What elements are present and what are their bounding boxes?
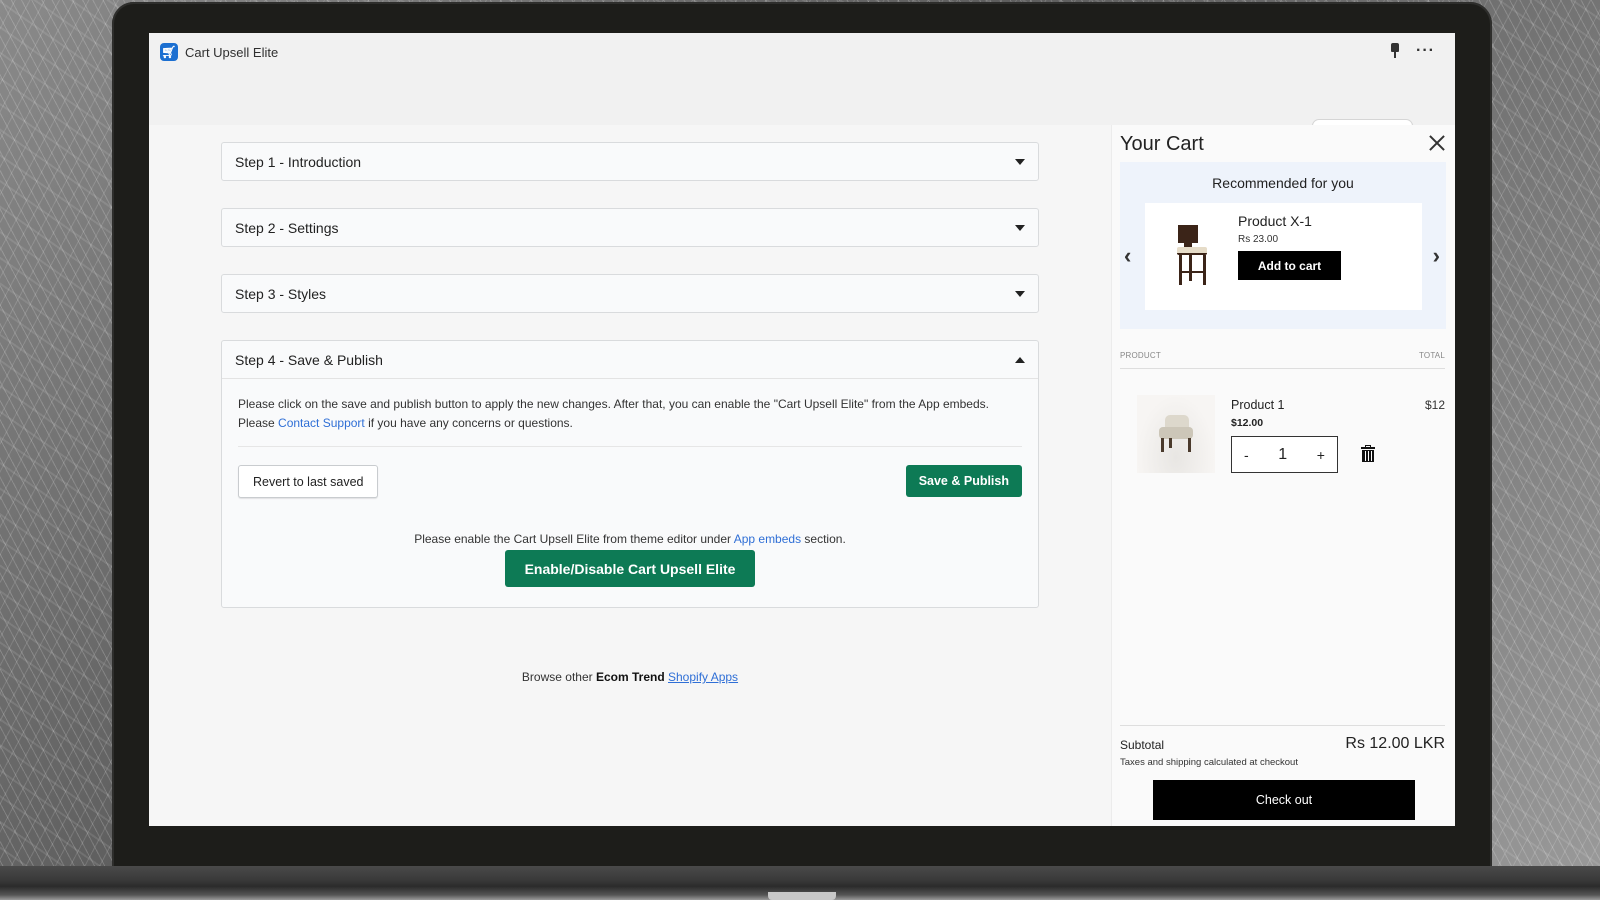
app-embeds-link[interactable]: App embeds: [734, 532, 801, 546]
step-2-accordion[interactable]: Step 2 - Settings: [221, 208, 1039, 247]
description-suffix: if you have any concerns or questions.: [364, 416, 573, 430]
checkout-button[interactable]: Check out: [1153, 780, 1415, 820]
quantity-value[interactable]: 1: [1278, 446, 1287, 464]
caret-down-icon: [1015, 224, 1025, 231]
increase-quantity-button[interactable]: +: [1317, 447, 1325, 463]
enable-note-prefix: Please enable the Cart Upsell Elite from…: [414, 532, 734, 546]
description-prefix: Please: [238, 416, 279, 430]
browse-prefix: Browse other: [521, 670, 596, 684]
cart-app-icon: 🛒︎: [160, 43, 178, 61]
subtotal-label: Subtotal: [1120, 738, 1165, 752]
bar-stool-image: [1175, 225, 1211, 285]
step-1-label: Step 1 - Introduction: [235, 153, 362, 170]
step-4-header[interactable]: Step 4 - Save & Publish: [222, 341, 1038, 378]
app-screen: 🛒︎ Cart Upsell Elite ··· Contact Support…: [149, 33, 1455, 826]
chevron-left-icon[interactable]: ‹: [1124, 245, 1131, 267]
divider: [1120, 368, 1445, 369]
close-icon[interactable]: [1429, 135, 1445, 151]
cart-title: Your Cart: [1120, 133, 1204, 155]
app-title: Cart Upsell Elite: [185, 44, 279, 60]
step-4-description: Please click on the save and publish but…: [238, 395, 1022, 447]
recommended-title: Recommended for you: [1212, 175, 1354, 191]
step-4-body: Please click on the save and publish but…: [222, 378, 1038, 607]
save-publish-button[interactable]: Save & Publish: [905, 465, 1022, 497]
pin-icon[interactable]: [1388, 43, 1402, 59]
app-topbar: 🛒︎ Cart Upsell Elite ···: [149, 33, 1455, 71]
browse-footer: Browse other Ecom Trend Shopify Apps: [221, 670, 1039, 684]
recommendations-panel: Recommended for you ‹ › Product X-1 Rs 2…: [1120, 162, 1446, 329]
main-content: Step 1 - Introduction Step 2 - Settings …: [149, 125, 1111, 826]
step-3-header[interactable]: Step 3 - Styles: [222, 275, 1038, 312]
enable-disable-button[interactable]: Enable/Disable Cart Upsell Elite: [504, 550, 756, 587]
enable-note-suffix: section.: [801, 532, 846, 546]
caret-down-icon: [1015, 290, 1025, 297]
step-2-header[interactable]: Step 2 - Settings: [222, 209, 1038, 246]
shopify-apps-link[interactable]: Shopify Apps: [668, 670, 738, 684]
step-4-actions: Revert to last saved Save & Publish: [238, 465, 1022, 498]
recommended-product-price: Rs 23.00: [1238, 234, 1279, 245]
step-1-accordion[interactable]: Step 1 - Introduction: [221, 142, 1039, 181]
step-1-header[interactable]: Step 1 - Introduction: [222, 143, 1038, 180]
chevron-right-icon[interactable]: ›: [1433, 245, 1440, 267]
subtotal-value: Rs 12.00 LKR: [1345, 735, 1445, 752]
step-4-accordion: Step 4 - Save & Publish Please click on …: [221, 340, 1039, 608]
enable-note: Please enable the Cart Upsell Elite from…: [238, 532, 1022, 546]
more-dots-icon[interactable]: ···: [1416, 43, 1435, 59]
divider: [1120, 725, 1445, 726]
cart-item-price: $12.00: [1231, 417, 1264, 429]
cart-item-total: $12: [1424, 398, 1445, 412]
caret-up-icon: [1015, 356, 1025, 363]
contact-support-link[interactable]: Contact Support: [278, 416, 365, 430]
caret-down-icon: [1015, 158, 1025, 165]
cart-item-name: Product 1: [1231, 398, 1285, 412]
recommended-product-name: Product X-1: [1238, 213, 1312, 229]
step-3-accordion[interactable]: Step 3 - Styles: [221, 274, 1039, 313]
cart-drawer: Your Cart Recommended for you ‹ › Produc…: [1111, 125, 1455, 826]
add-to-cart-button[interactable]: Add to cart: [1238, 251, 1341, 280]
column-header-product: PRODUCT: [1120, 351, 1161, 360]
step-2-label: Step 2 - Settings: [235, 219, 339, 236]
column-header-total: TOTAL: [1418, 351, 1445, 360]
trash-icon[interactable]: [1361, 445, 1375, 462]
recommended-product-card: Product X-1 Rs 23.00 Add to cart: [1145, 203, 1422, 310]
step-4-label: Step 4 - Save & Publish: [235, 351, 383, 368]
laptop-hinge-notch: [768, 892, 836, 900]
product-1-image: [1137, 395, 1215, 473]
quantity-stepper: - 1 +: [1231, 436, 1338, 473]
description-line-1: Please click on the save and publish but…: [238, 397, 989, 411]
step-3-label: Step 3 - Styles: [235, 285, 327, 302]
revert-to-last-saved-button[interactable]: Revert to last saved: [238, 465, 379, 498]
subtotal-note: Taxes and shipping calculated at checkou…: [1120, 757, 1298, 768]
decrease-quantity-button[interactable]: -: [1244, 447, 1249, 463]
brand-name: Ecom Trend: [595, 670, 665, 684]
